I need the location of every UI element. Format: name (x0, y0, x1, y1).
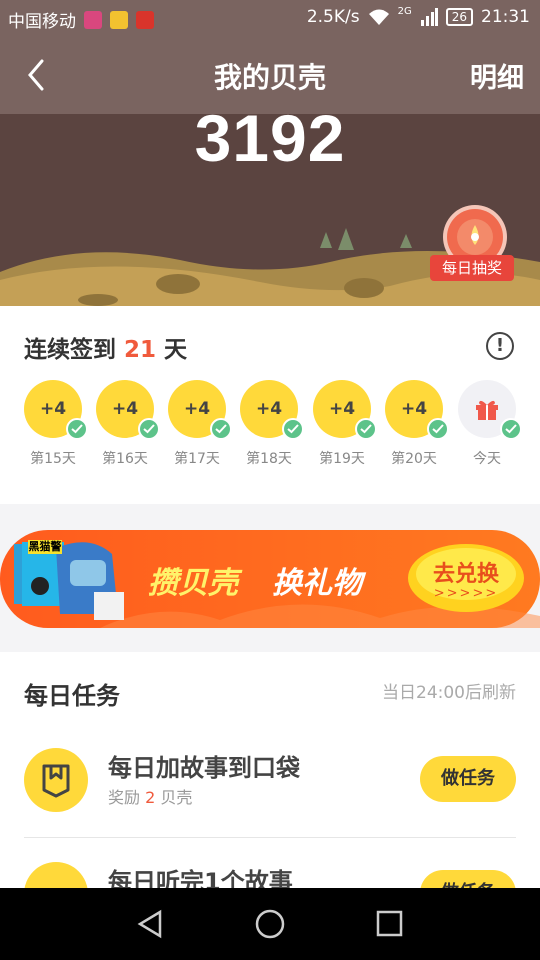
banner-slogan-1: 攒贝壳 (148, 566, 238, 601)
checkin-title-prefix: 连续签到 (24, 337, 116, 363)
reward-coin: +4 (96, 380, 160, 440)
network-type: 2G (397, 5, 412, 17)
notification-app-icon (136, 10, 154, 29)
battery-icon: 26 (445, 8, 473, 26)
checkin-section: 连续签到 21 天 ! +4 第15天 +4 第16天 +4 第17天 +4 第… (0, 306, 540, 504)
day-label: 第17天 (174, 451, 220, 467)
checkin-day: +4 第17天 (161, 380, 233, 468)
day-label: 第16天 (102, 451, 148, 467)
streak-days: 21 (124, 337, 157, 363)
checkin-day: +4 第18天 (233, 380, 305, 468)
day-label: 第19天 (319, 451, 365, 467)
network-speed: 2.5K/s (306, 7, 360, 27)
reward-amount: 2 (145, 788, 156, 807)
check-icon (66, 418, 88, 440)
checkin-day: +4 第16天 (89, 380, 161, 468)
status-bar: 中国移动 2.5K/s 2G 26 21:31 (0, 0, 540, 36)
wifi-icon (368, 9, 389, 25)
gift-icon (476, 400, 498, 420)
day-label: 今天 (473, 451, 501, 467)
check-icon (138, 418, 160, 440)
divider (24, 837, 516, 838)
reward-coin: +4 (168, 380, 232, 440)
reward-coin: +4 (240, 380, 304, 440)
tasks-refresh-note: 当日24:00后刷新 (382, 683, 516, 703)
checkin-title: 连续签到 21 天 (24, 330, 187, 364)
task-reward: 奖励 2 贝壳 (108, 784, 192, 808)
reward-coin: +4 (24, 380, 88, 440)
book-title: 黑猫警 (28, 540, 62, 554)
bookmark-icon (42, 764, 70, 798)
banner-slogan-2: 换礼物 (272, 566, 362, 601)
checkin-day: +4 第15天 (17, 380, 89, 468)
notification-app-icon (84, 10, 102, 29)
signal-icon (420, 8, 438, 26)
check-icon (355, 418, 377, 440)
recents-square-icon[interactable] (376, 910, 403, 937)
exchange-banner[interactable]: 黑猫警 攒贝壳 换礼物 去兑换 >>>>> (0, 530, 540, 628)
checkin-day: +4 第20天 (378, 380, 450, 468)
notification-app-icon (110, 10, 128, 29)
checkin-days: +4 第15天 +4 第16天 +4 第17天 +4 第18天 +4 第19天 … (0, 380, 540, 480)
check-icon (210, 418, 232, 440)
day-label: 第18天 (246, 451, 292, 467)
day-label: 第20天 (391, 451, 437, 467)
task-item: 每日加故事到口袋 奖励 2 贝壳 做任务 (0, 748, 540, 848)
reward-suffix: 贝壳 (160, 788, 193, 807)
detail-button[interactable]: 明细 (470, 56, 524, 95)
tasks-title: 每日任务 (24, 682, 120, 710)
gift-coin (458, 380, 522, 440)
header-area: 中国移动 2.5K/s 2G 26 21:31 我的贝壳 明细 3192 每日抽… (0, 0, 540, 306)
check-icon (427, 418, 449, 440)
system-nav-buttons (137, 909, 403, 939)
clock: 21:31 (481, 7, 530, 27)
reward-coin: +4 (313, 380, 377, 440)
task-name: 每日加故事到口袋 (108, 754, 300, 782)
checkin-title-suffix: 天 (164, 337, 188, 363)
home-circle-icon[interactable] (255, 909, 285, 939)
check-icon (500, 418, 522, 440)
exchange-button[interactable]: 去兑换 (416, 556, 516, 588)
daily-tasks-section: 每日任务 当日24:00后刷新 每日加故事到口袋 奖励 2 贝壳 做任务 每日听… (0, 652, 540, 892)
page-title: 我的贝壳 (213, 61, 326, 94)
carrier-label: 中国移动 (8, 12, 76, 32)
pocket-icon (24, 748, 88, 812)
day-label: 第15天 (30, 451, 76, 467)
do-task-button[interactable]: 做任务 (420, 756, 516, 802)
info-icon[interactable]: ! (486, 332, 514, 360)
system-nav-bar (0, 888, 540, 960)
exchange-arrows: >>>>> (433, 586, 499, 601)
check-icon (282, 418, 304, 440)
checkin-day-today: 今天 (451, 380, 523, 468)
back-triangle-icon[interactable] (137, 909, 162, 939)
shell-balance: 3192 (194, 101, 346, 175)
lottery-label[interactable]: 每日抽奖 (430, 255, 514, 281)
checkin-day: +4 第19天 (306, 380, 378, 468)
reward-prefix: 奖励 (108, 788, 141, 807)
reward-coin: +4 (385, 380, 449, 440)
